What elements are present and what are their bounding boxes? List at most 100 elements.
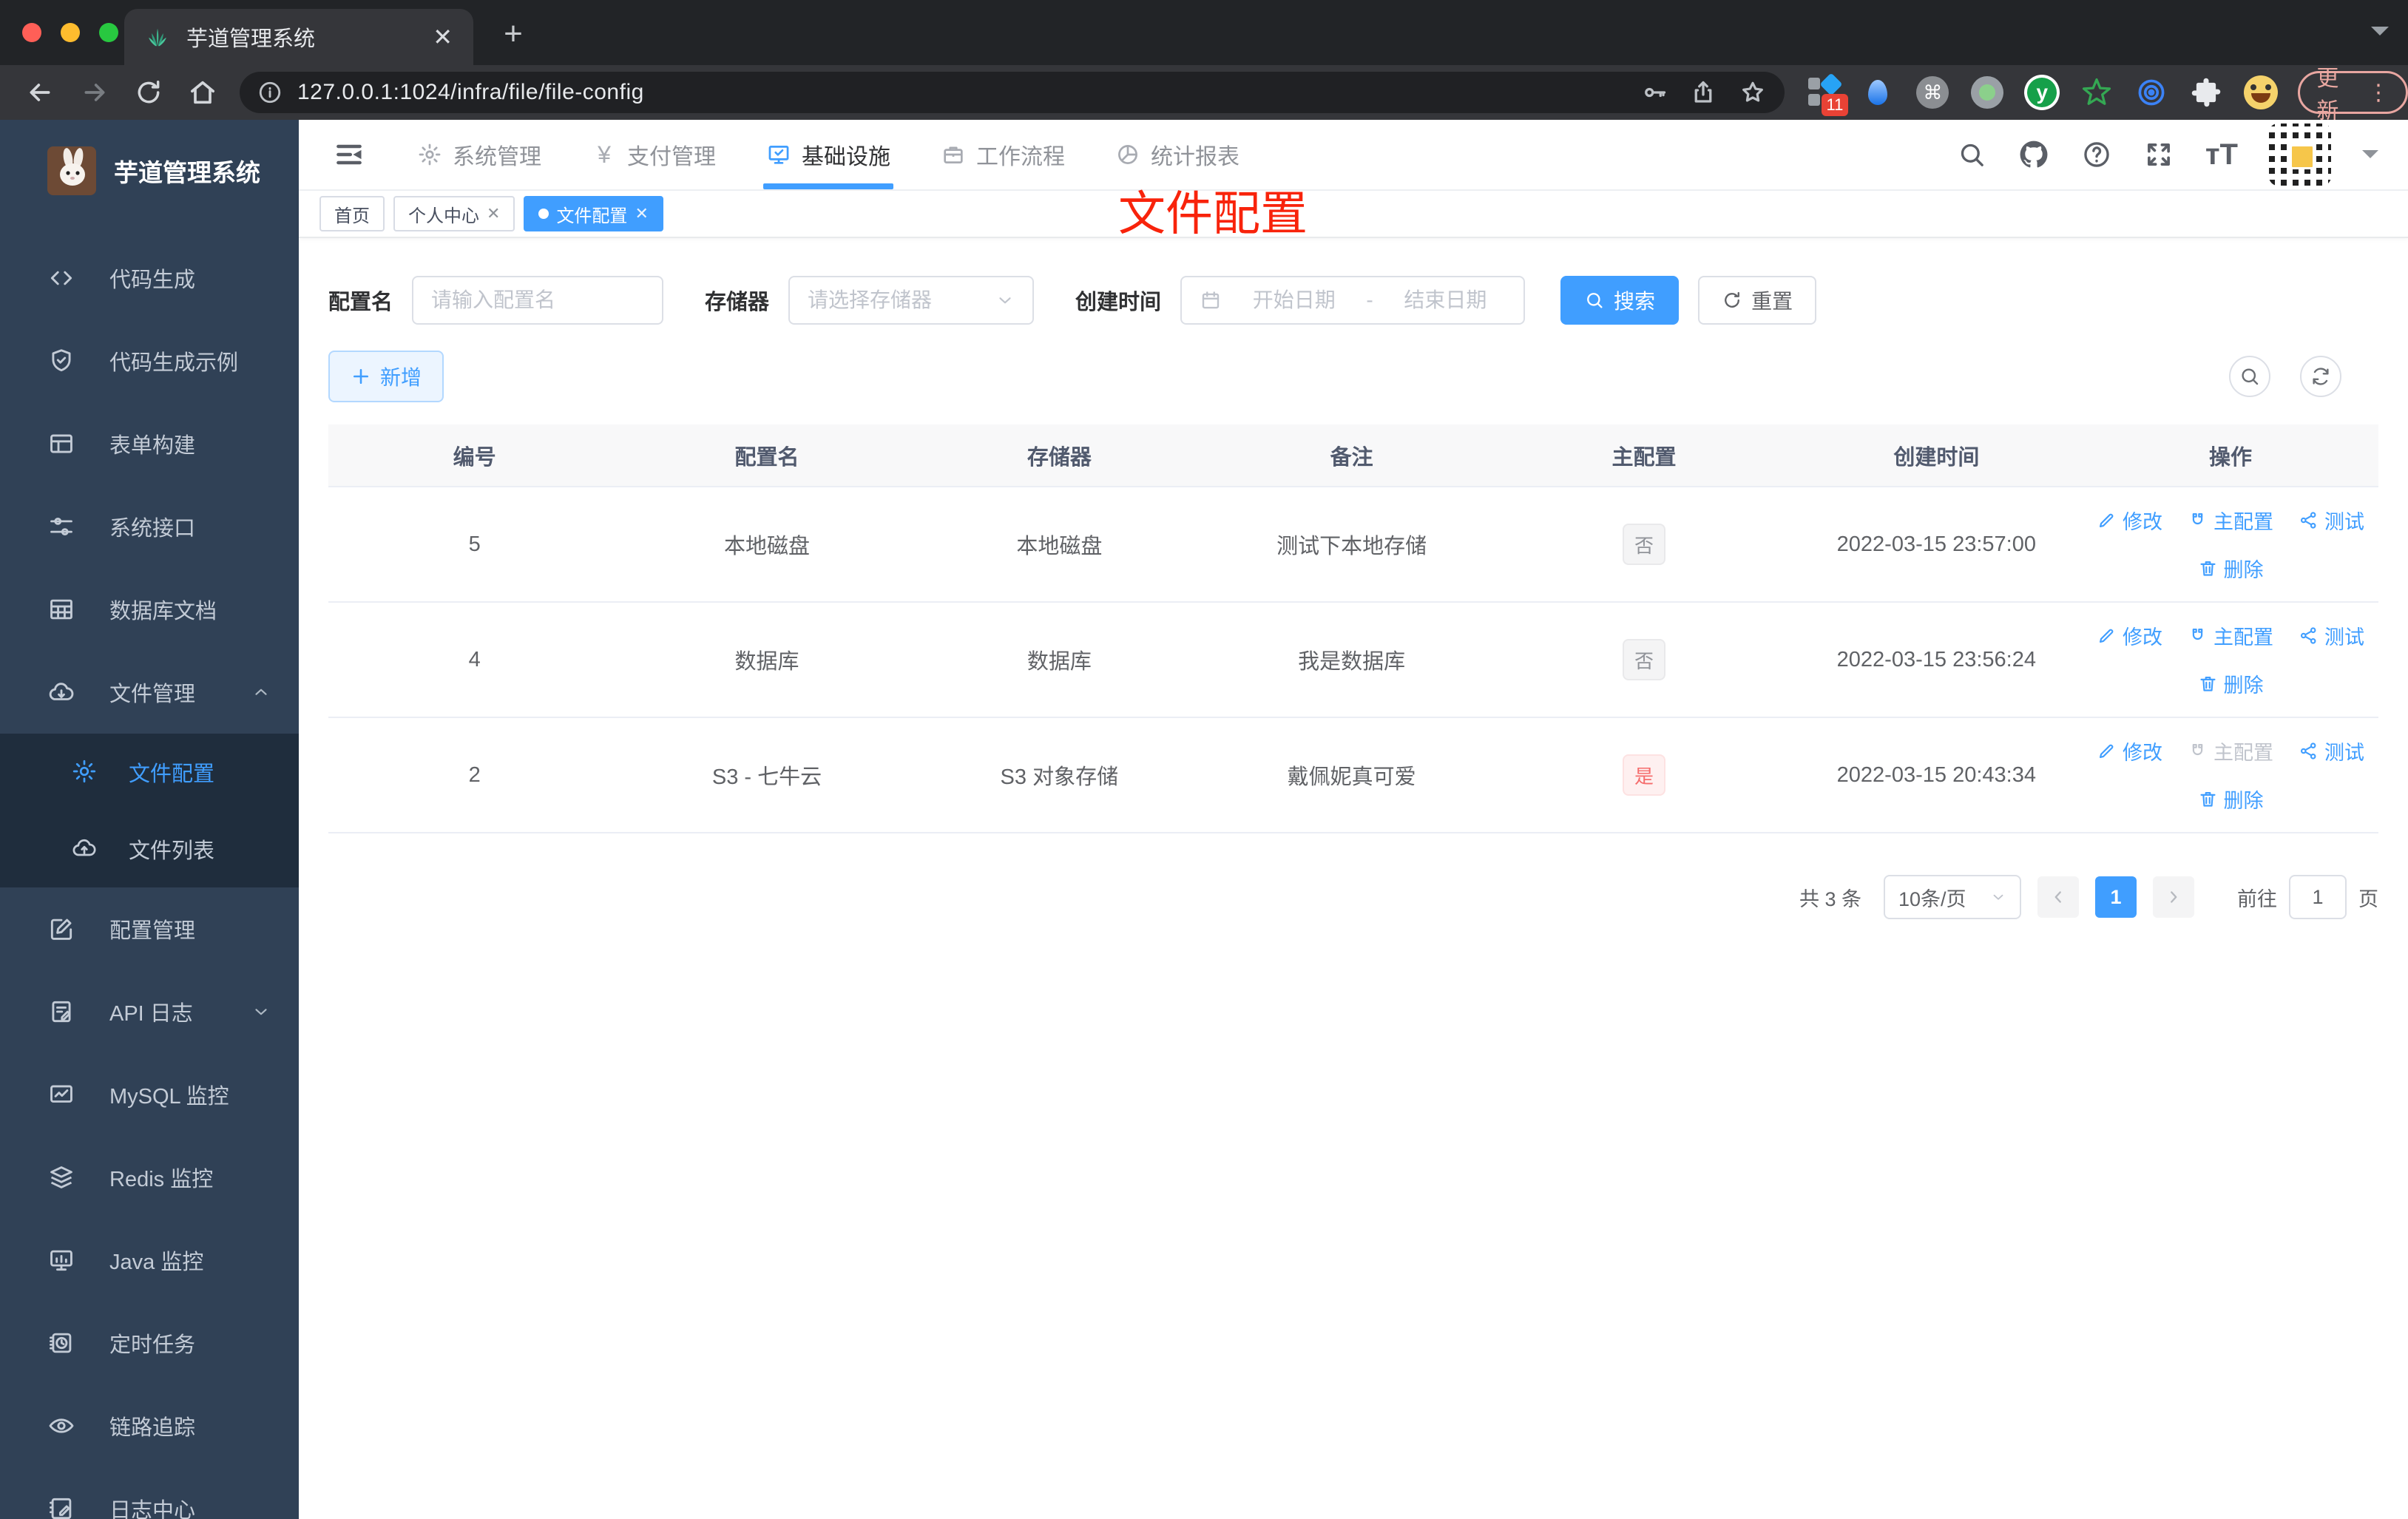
back-icon[interactable]: [25, 78, 55, 107]
tab-search-caret-icon[interactable]: [2371, 27, 2389, 44]
share-nodes-icon: [2299, 741, 2319, 761]
extension-y-icon[interactable]: y: [2024, 75, 2060, 110]
edit-action[interactable]: 修改: [2097, 506, 2162, 535]
close-icon[interactable]: ✕: [487, 204, 500, 223]
cell-created: 2022-03-15 23:56:24: [1790, 601, 2083, 717]
search-icon[interactable]: [1957, 140, 1986, 169]
master-config-action[interactable]: 主配置: [2188, 506, 2273, 535]
tag-file-config[interactable]: 文件配置 ✕: [524, 196, 663, 231]
tab-close-icon[interactable]: ✕: [433, 25, 453, 49]
tag-profile[interactable]: 个人中心 ✕: [393, 196, 515, 231]
home-icon[interactable]: [188, 78, 217, 107]
edit-action[interactable]: 修改: [2097, 737, 2162, 765]
sidebar-item-api-log[interactable]: API 日志: [0, 970, 299, 1053]
zoom-window-icon[interactable]: [99, 23, 118, 42]
sidebar-item-file-config[interactable]: 文件配置: [0, 734, 299, 811]
master-config-action[interactable]: 主配置: [2188, 621, 2273, 650]
password-key-icon[interactable]: [1641, 79, 1668, 106]
page-number-button[interactable]: 1: [2095, 876, 2137, 918]
end-date-input[interactable]: [1384, 288, 1506, 312]
storage-select-input[interactable]: [808, 288, 996, 312]
chevron-up-icon: [251, 683, 271, 702]
sidebar-item-log-center[interactable]: 日志中心: [0, 1467, 299, 1519]
extension-eye-icon[interactable]: [2134, 75, 2169, 110]
site-info-icon[interactable]: [257, 80, 283, 105]
reset-button[interactable]: 重置: [1698, 276, 1817, 325]
cell-remark: 测试下本地存储: [1205, 486, 1498, 602]
extension-tabs-icon[interactable]: 11: [1805, 72, 1849, 116]
prev-page-button[interactable]: [2037, 876, 2079, 918]
sidebar-item-system-api[interactable]: 系统接口: [0, 485, 299, 568]
sidebar-logo[interactable]: 芋道管理系统: [0, 120, 299, 217]
reload-icon[interactable]: [135, 78, 163, 106]
top-menu-workflow[interactable]: 工作流程: [916, 120, 1090, 189]
sidebar-item-form-builder[interactable]: 表单构建: [0, 402, 299, 485]
config-name-field[interactable]: [412, 276, 664, 325]
font-size-icon[interactable]: ᴛT: [2205, 138, 2238, 172]
top-menu-infrastructure[interactable]: 基础设施: [741, 120, 916, 189]
browser-update-button[interactable]: 更新 ⋮: [2298, 67, 2408, 124]
next-page-button[interactable]: [2153, 876, 2194, 918]
trash-icon: [2198, 674, 2218, 694]
edit-action[interactable]: 修改: [2097, 621, 2162, 650]
goto-page-input[interactable]: [2289, 875, 2347, 919]
new-tab-button[interactable]: +: [497, 18, 530, 52]
delete-action[interactable]: 删除: [2198, 554, 2264, 583]
date-range-picker[interactable]: -: [1180, 276, 1526, 325]
storage-select[interactable]: [788, 276, 1035, 325]
sidebar-item-file-list[interactable]: 文件列表: [0, 811, 299, 887]
sidebar-item-code-demo[interactable]: 代码生成示例: [0, 319, 299, 402]
test-action[interactable]: 测试: [2299, 506, 2364, 535]
user-avatar[interactable]: [2269, 124, 2331, 186]
refresh-icon: [1722, 290, 1742, 311]
sidebar-item-scheduled-tasks[interactable]: 定时任务: [0, 1302, 299, 1384]
extensions-puzzle-icon[interactable]: [2188, 75, 2224, 110]
extension-emoji-icon[interactable]: [2243, 75, 2279, 110]
page-size-select[interactable]: 10条/页: [1884, 875, 2021, 919]
sidebar-item-mysql-monitor[interactable]: MySQL 监控: [0, 1053, 299, 1136]
url-bar[interactable]: 127.0.0.1:1024/infra/file/file-config: [240, 72, 1785, 113]
date-separator: -: [1366, 288, 1373, 311]
extension-star-icon[interactable]: [2079, 75, 2114, 110]
delete-action[interactable]: 删除: [2198, 669, 2264, 698]
add-button[interactable]: 新增: [328, 351, 444, 402]
sidebar-item-redis-monitor[interactable]: Redis 监控: [0, 1136, 299, 1219]
extension-dot-icon[interactable]: [1969, 75, 2005, 110]
url-text[interactable]: 127.0.0.1:1024/infra/file/file-config: [297, 80, 1626, 105]
search-button[interactable]: 搜索: [1560, 276, 1680, 325]
help-icon[interactable]: [2081, 139, 2112, 170]
sidebar-item-java-monitor[interactable]: Java 监控: [0, 1219, 299, 1302]
extension-command-icon[interactable]: ⌘: [1915, 75, 1950, 110]
close-icon[interactable]: ✕: [635, 204, 648, 223]
github-icon[interactable]: [2018, 138, 2050, 171]
top-menu-payment[interactable]: ¥ 支付管理: [567, 120, 741, 189]
browser-menu-kebab-icon[interactable]: ⋮: [2367, 80, 2390, 106]
collapse-sidebar-icon[interactable]: [333, 138, 365, 171]
refresh-table-button[interactable]: [2300, 356, 2341, 397]
bookmark-star-icon[interactable]: [1739, 78, 1767, 106]
top-menu-system[interactable]: 系统管理: [392, 120, 567, 189]
macos-window-controls[interactable]: [22, 23, 118, 42]
sidebar-item-file-manage[interactable]: 文件管理: [0, 651, 299, 734]
avatar-caret-icon[interactable]: [2362, 150, 2378, 166]
extension-pin-icon[interactable]: [1860, 75, 1895, 110]
forward-icon[interactable]: [80, 78, 109, 107]
sidebar-item-db-doc[interactable]: 数据库文档: [0, 568, 299, 651]
share-icon[interactable]: [1690, 79, 1717, 106]
browser-tab[interactable]: 芋道管理系统 ✕: [124, 9, 473, 65]
test-action[interactable]: 测试: [2299, 737, 2364, 765]
sidebar-item-code-gen[interactable]: 代码生成: [0, 237, 299, 319]
minimize-window-icon[interactable]: [61, 23, 80, 42]
test-action[interactable]: 测试: [2299, 621, 2364, 650]
start-date-input[interactable]: [1234, 288, 1355, 312]
sidebar-item-config-manage[interactable]: 配置管理: [0, 887, 299, 970]
config-name-input[interactable]: [431, 288, 645, 312]
sidebar-item-trace[interactable]: 链路追踪: [0, 1384, 299, 1467]
shield-check-icon: [47, 347, 75, 375]
delete-action[interactable]: 删除: [2198, 785, 2264, 813]
fullscreen-icon[interactable]: [2143, 139, 2174, 170]
toggle-search-button[interactable]: [2229, 356, 2270, 397]
top-menu-report[interactable]: 统计报表: [1090, 120, 1265, 189]
close-window-icon[interactable]: [22, 23, 41, 42]
tag-home[interactable]: 首页: [319, 196, 385, 231]
